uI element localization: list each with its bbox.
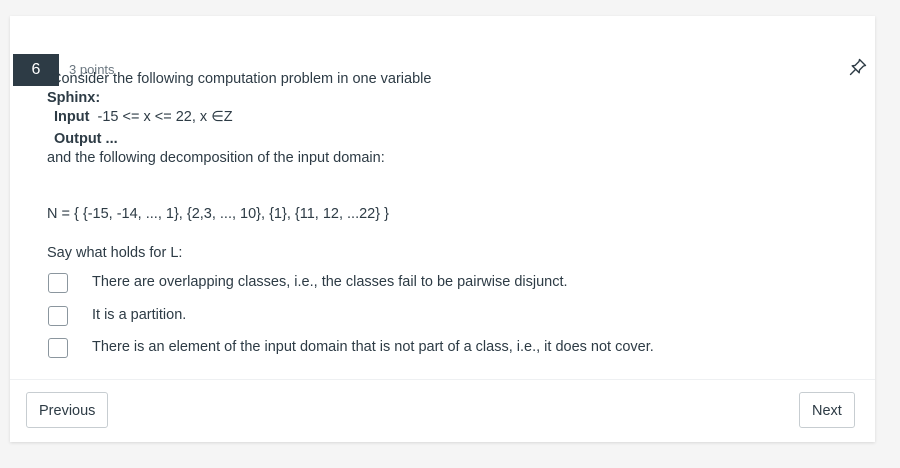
partition-definition: N = { {-15, -14, ..., 1}, {2,3, ..., 10}… [47,206,389,222]
previous-button[interactable]: Previous [26,392,109,428]
output-value: ... [105,131,118,147]
answer-option-label[interactable]: There are overlapping classes, i.e., the… [92,274,568,290]
answer-option-label[interactable]: There is an element of the input domain … [92,339,654,355]
decomposition-text: and the following decomposition of the i… [47,150,385,166]
output-label: Output [54,131,102,147]
input-label: Input [54,109,90,125]
output-spec: Output ... [54,131,118,147]
question-intro: Consider the following computation probl… [51,71,432,87]
answer-option-label[interactable]: It is a partition. [92,307,186,323]
answer-checkbox[interactable] [48,338,68,358]
question-prompt: Say what holds for L: [47,245,183,261]
pin-icon[interactable] [848,57,868,77]
answer-checkbox[interactable] [48,273,68,293]
next-button[interactable]: Next [799,392,855,428]
program-name: Sphinx: [47,90,101,106]
footer-divider [10,379,875,380]
answer-checkbox[interactable] [48,306,68,326]
input-value: -15 <= x <= 22, x ∈Z [97,109,233,125]
question-card: 6 3 points Consider the following comput… [10,16,875,442]
input-spec: Input -15 <= x <= 22, x ∈Z [54,109,233,125]
